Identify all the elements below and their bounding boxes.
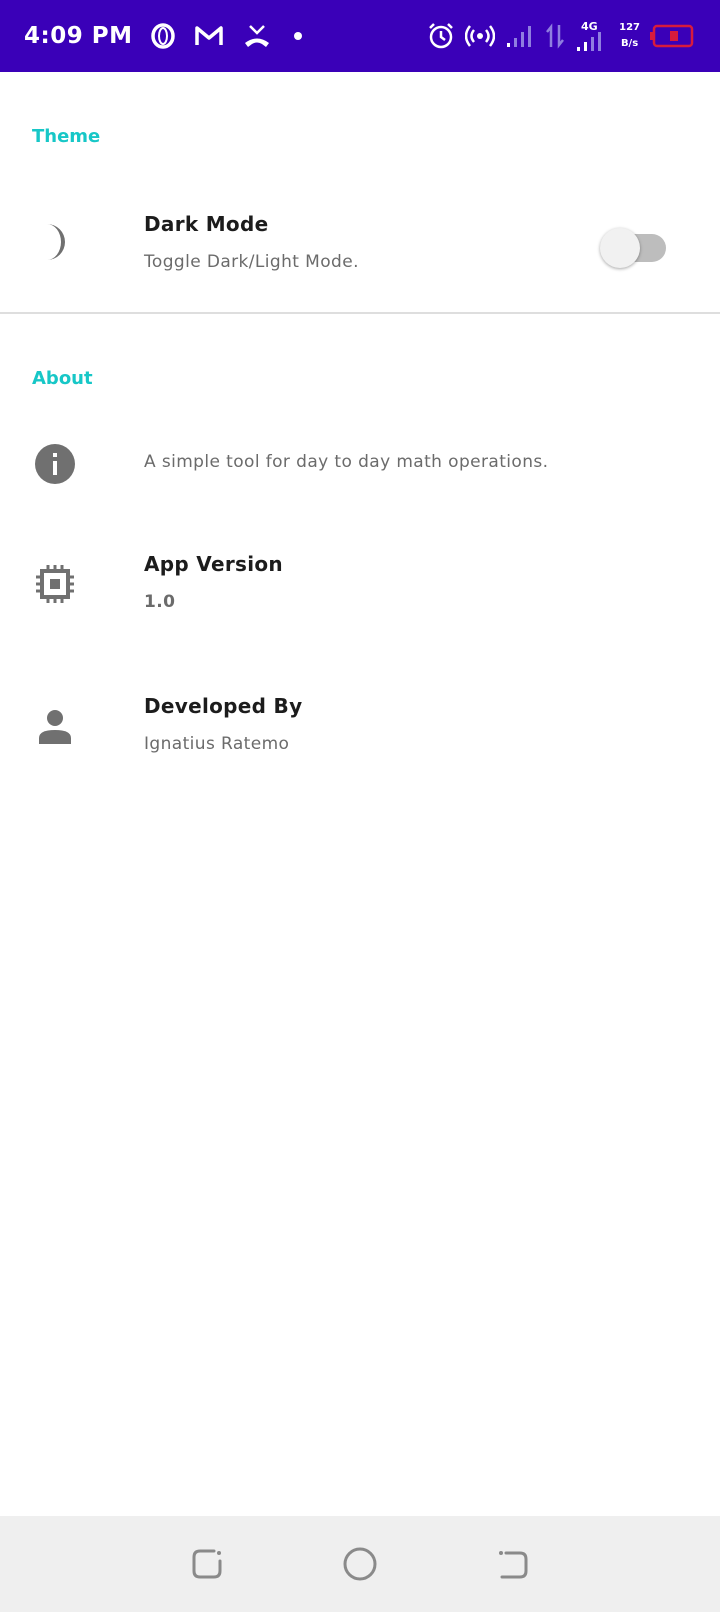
- person-icon: [33, 704, 77, 748]
- developer-item[interactable]: Developed By Ignatius Ratemo: [0, 680, 720, 800]
- home-button[interactable]: [340, 1544, 380, 1584]
- status-left-group: 4:09 PM: [24, 23, 306, 49]
- hotspot-icon: [465, 23, 496, 49]
- signal-4g-icon: 4G: [575, 19, 609, 53]
- developer-name: Ignatius Ratemo: [144, 734, 290, 754]
- status-bar: 4:09 PM 4G 127 B/s: [0, 0, 720, 72]
- chip-icon: [33, 562, 77, 606]
- network-speed: 127 B/s: [619, 20, 640, 52]
- section-divider: [0, 312, 720, 314]
- back-button[interactable]: [493, 1544, 533, 1584]
- dark-mode-title: Dark Mode: [144, 212, 269, 236]
- data-arrows-icon: [545, 23, 565, 49]
- network-speed-unit: B/s: [620, 38, 639, 49]
- status-time: 4:09 PM: [24, 23, 133, 49]
- status-right-group: 4G 127 B/s: [427, 19, 696, 53]
- about-section-header: About: [32, 368, 93, 389]
- network-speed-value: 127: [619, 22, 640, 33]
- battery-low-icon: [650, 23, 696, 49]
- svg-text:4G: 4G: [581, 20, 598, 33]
- moon-icon: [33, 220, 77, 264]
- notification-dot-icon: [290, 28, 306, 44]
- dark-mode-summary: Toggle Dark/Light Mode.: [144, 252, 359, 272]
- app-version-value: 1.0: [144, 592, 176, 612]
- app-description-item[interactable]: A simple tool for day to day math operat…: [0, 420, 720, 520]
- app-description: A simple tool for day to day math operat…: [144, 452, 549, 472]
- dark-mode-toggle[interactable]: [600, 222, 668, 268]
- recents-button[interactable]: [187, 1544, 227, 1584]
- toggle-thumb: [600, 228, 640, 268]
- signal-icon: [505, 23, 535, 49]
- missed-call-icon: [242, 23, 272, 49]
- gmail-icon: [194, 24, 224, 48]
- alarm-icon: [427, 22, 455, 50]
- app-version-item[interactable]: App Version 1.0: [0, 540, 720, 660]
- info-icon: [33, 442, 77, 486]
- developer-title: Developed By: [144, 694, 303, 718]
- theme-section-header: Theme: [32, 126, 101, 147]
- opera-icon: [150, 23, 176, 49]
- app-version-title: App Version: [144, 552, 283, 576]
- navigation-bar: [0, 1516, 720, 1612]
